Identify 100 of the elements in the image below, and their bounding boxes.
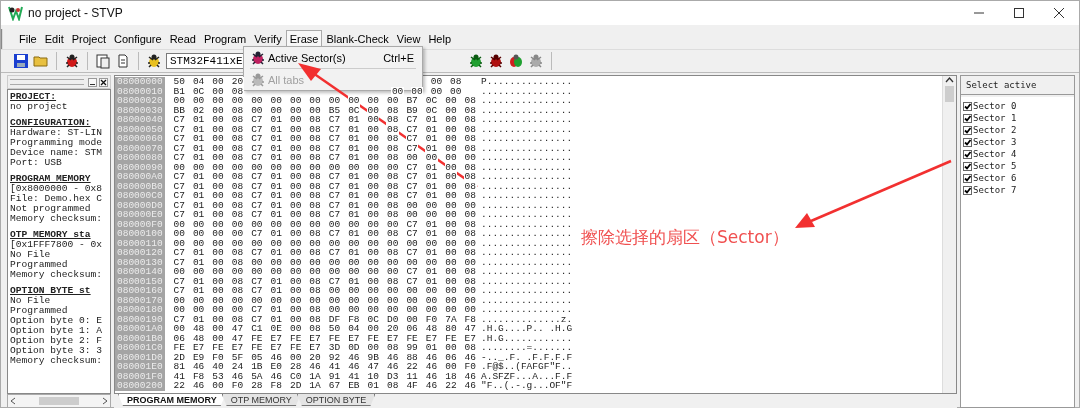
hex-byte[interactable]: 00 (444, 362, 458, 372)
hex-byte[interactable]: 00 (211, 153, 225, 163)
hex-byte[interactable]: 88 (405, 352, 419, 362)
hex-byte[interactable]: 00 (231, 267, 244, 277)
hex-byte[interactable]: C1 (250, 324, 264, 334)
hex-byte[interactable]: 00 (405, 238, 419, 248)
hex-byte[interactable]: 01 (192, 153, 205, 163)
hex-byte[interactable]: 01 (192, 115, 205, 125)
hex-byte[interactable]: 00 (425, 257, 438, 267)
hex-byte[interactable]: C0 (289, 371, 302, 381)
hex-byte[interactable]: C7 (405, 172, 419, 182)
hex-byte[interactable]: C7 (250, 172, 264, 182)
hex-byte[interactable]: 00 (405, 153, 419, 163)
maximize-icon[interactable] (1013, 7, 1025, 19)
hex-byte[interactable]: 0C (425, 96, 438, 106)
hex-byte[interactable]: 00 (289, 153, 302, 163)
hex-byte[interactable]: 00 (211, 286, 225, 296)
menu-item[interactable]: Help (424, 30, 456, 48)
hex-byte[interactable]: 08 (231, 314, 244, 324)
hex-byte[interactable]: 08 (308, 153, 322, 163)
hex-byte[interactable]: B9 (405, 105, 419, 115)
hex-byte[interactable]: 01 (270, 286, 283, 296)
checkbox[interactable] (963, 185, 972, 195)
hex-byte[interactable]: 00 (444, 191, 458, 201)
hex-byte[interactable]: E7 (192, 343, 205, 353)
hex-byte[interactable]: 01 (192, 200, 205, 210)
hex-byte[interactable]: 08 (308, 143, 322, 153)
hex-byte[interactable]: 01 (347, 172, 361, 182)
hex-byte[interactable]: 00 (211, 191, 225, 201)
hex-byte[interactable]: 24 (231, 362, 244, 372)
hex-byte[interactable]: E7 (270, 333, 283, 343)
hex-byte[interactable]: 00 (367, 210, 380, 220)
hex-byte[interactable]: 00 (211, 105, 225, 115)
document-icon[interactable] (115, 53, 131, 69)
hex-byte[interactable]: 46 (464, 381, 477, 391)
hex-byte[interactable]: 00 (464, 257, 477, 267)
hex-byte[interactable]: 00 (386, 96, 399, 106)
hex-byte[interactable]: 00 (367, 134, 380, 144)
hex-byte[interactable]: C7 (250, 200, 264, 210)
hex-byte[interactable]: 00 (367, 324, 380, 334)
hex-byte[interactable]: 00 (444, 124, 458, 134)
hex-byte[interactable]: 99 (405, 343, 419, 353)
hex-byte[interactable]: 46 (308, 362, 322, 372)
hex-byte[interactable]: 00 (347, 286, 361, 296)
hex-byte[interactable]: 01 (192, 257, 205, 267)
hex-byte[interactable]: FE (367, 333, 380, 343)
hex-byte[interactable]: 00 (444, 248, 458, 258)
hex-byte[interactable]: 00 (367, 229, 380, 239)
hex-byte[interactable]: E7 (308, 343, 322, 353)
hex-byte[interactable]: 00 (367, 96, 380, 106)
hex-byte[interactable]: C7 (250, 115, 264, 125)
hex-byte[interactable]: 08 (231, 191, 244, 201)
hex-byte[interactable]: 00 (308, 295, 322, 305)
hex-byte[interactable]: 18 (444, 371, 458, 381)
hex-byte[interactable]: 00 (250, 96, 264, 106)
hex-byte[interactable]: 46 (464, 371, 477, 381)
hex-byte[interactable]: 22 (173, 381, 186, 391)
hex-byte[interactable]: 48 (425, 324, 438, 334)
hex-byte[interactable]: C7 (173, 191, 186, 201)
hex-byte[interactable]: 00 (405, 286, 419, 296)
hex-byte[interactable]: C7 (173, 134, 186, 144)
hex-byte[interactable]: C7 (173, 248, 186, 258)
hex-byte[interactable]: 00 (289, 115, 302, 125)
hex-byte[interactable]: 40 (211, 362, 225, 372)
hex-byte[interactable]: 80 (444, 324, 458, 334)
checkbox[interactable] (963, 125, 972, 135)
hex-byte[interactable]: C7 (405, 162, 419, 172)
hex-byte[interactable]: 00 (347, 305, 361, 315)
hex-byte[interactable]: 00 (250, 295, 264, 305)
hex-byte[interactable]: 00 (211, 172, 225, 182)
hex-byte[interactable]: 00 (250, 257, 264, 267)
hex-byte[interactable]: 00 (405, 314, 419, 324)
hex-byte[interactable]: 00 (231, 305, 244, 315)
hex-byte[interactable]: 00 (444, 96, 458, 106)
hex-byte[interactable]: 01 (192, 143, 205, 153)
hex-byte[interactable]: F8 (192, 371, 205, 381)
hex-byte[interactable]: 00 (211, 248, 225, 258)
hex-byte[interactable]: 00 (347, 162, 361, 172)
hex-byte[interactable]: 0D (347, 343, 361, 353)
hex-byte[interactable]: C7 (250, 229, 264, 239)
hex-byte[interactable]: 00 (405, 257, 419, 267)
hex-byte[interactable]: 00 (192, 162, 205, 172)
hex-byte[interactable]: C7 (250, 191, 264, 201)
hex-byte[interactable]: 00 (211, 219, 225, 229)
hex-byte[interactable]: 2D (289, 381, 302, 391)
hex-byte[interactable]: 11 (405, 371, 419, 381)
hex-byte[interactable]: 08 (231, 181, 244, 191)
hex-byte[interactable]: C7 (328, 276, 341, 286)
hex-byte[interactable]: 00 (328, 286, 341, 296)
hex-byte[interactable]: 00 (173, 162, 186, 172)
hex-byte[interactable]: 00 (289, 257, 302, 267)
hex-byte[interactable]: 00 (425, 295, 438, 305)
hex-byte[interactable]: 00 (405, 295, 419, 305)
hex-byte[interactable]: 00 (367, 200, 380, 210)
hex-byte[interactable]: 08 (464, 191, 477, 201)
hex-byte[interactable]: 00 (444, 343, 458, 353)
hex-byte[interactable]: 00 (444, 257, 458, 267)
hex-byte[interactable]: 46 (231, 371, 244, 381)
hex-byte[interactable]: 00 (444, 105, 458, 115)
hex-byte[interactable]: 00 (289, 276, 302, 286)
